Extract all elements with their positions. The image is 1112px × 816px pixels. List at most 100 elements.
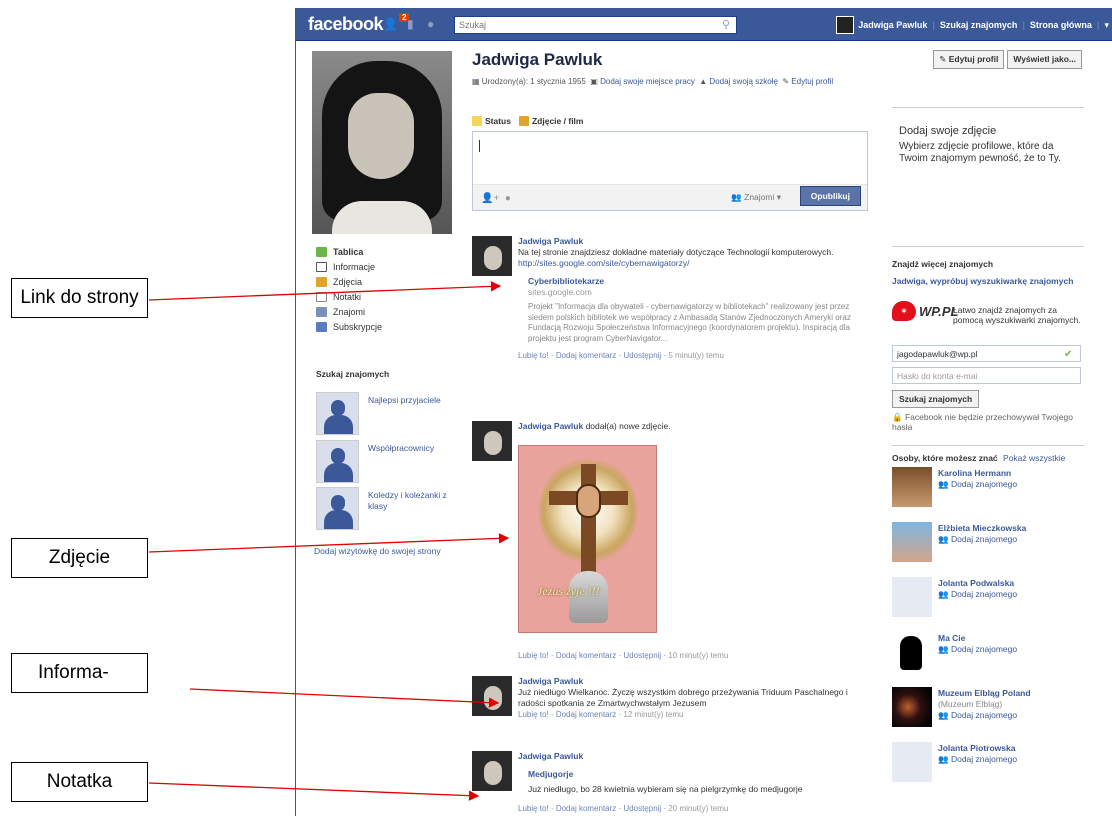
- post-time[interactable]: 5 minut(y) temu: [668, 351, 724, 360]
- friend-list-coworkers[interactable]: Współpracownicy: [316, 440, 456, 486]
- tag-people-icon[interactable]: 👤+ ●: [481, 193, 511, 204]
- search-icon[interactable]: ⚲: [722, 18, 730, 31]
- comment-link[interactable]: Dodaj komentarz: [556, 710, 616, 719]
- wall-icon: [316, 246, 327, 257]
- person-suggestion: Jolanta Piotrowska 👥 Dodaj znajomego: [892, 742, 1104, 786]
- messages-icon[interactable]: ▮: [407, 17, 423, 31]
- person-name[interactable]: Karolina Hermann: [938, 468, 1011, 478]
- like-link[interactable]: Lubię to!: [518, 651, 549, 660]
- post-url[interactable]: http://sites.google.com/site/cybernawiga…: [518, 258, 858, 269]
- photos-icon: [316, 276, 327, 287]
- add-friend-link[interactable]: 👥 Dodaj znajomego: [938, 754, 1017, 765]
- post-avatar[interactable]: [472, 236, 512, 276]
- post-author[interactable]: Jadwiga Pawluk: [518, 421, 583, 431]
- post-link: Jadwiga Pawluk Na tej stronie znajdziesz…: [472, 236, 868, 406]
- add-friend-link[interactable]: 👥 Dodaj znajomego: [938, 710, 1017, 721]
- nav-notes[interactable]: Notatki: [316, 289, 456, 304]
- status-composer[interactable]: 👤+ ● 👥 Znajomi ▾ Opublikuj: [472, 131, 868, 211]
- friend-list-best[interactable]: Najlepsi przyjaciele: [316, 392, 456, 438]
- tab-photo-video[interactable]: Zdjęcie / film: [518, 116, 583, 126]
- person-name[interactable]: Ma Cie: [938, 633, 965, 643]
- post-time[interactable]: 10 minut(y) temu: [668, 651, 728, 660]
- add-friend-icon: 👥: [938, 644, 951, 654]
- nav-subscriptions[interactable]: Subskrypcje: [316, 319, 456, 334]
- share-link[interactable]: Udostępnij: [623, 351, 661, 360]
- pencil-icon: ✎: [782, 77, 790, 86]
- person-name[interactable]: Jolanta Piotrowska: [938, 743, 1015, 753]
- friend-list-classmates[interactable]: Koledzy i koleżanki z klasy: [316, 487, 456, 533]
- person-name[interactable]: Muzeum Elbląg Poland: [938, 688, 1031, 698]
- nav-photos[interactable]: Zdjęcia: [316, 274, 456, 289]
- person-name[interactable]: Elżbieta Mieczkowska: [938, 523, 1026, 533]
- note-title[interactable]: Medjugorje: [528, 769, 858, 780]
- add-friend-link[interactable]: 👥 Dodaj znajomego: [938, 589, 1017, 600]
- profile-link[interactable]: Jadwiga Pawluk: [858, 20, 927, 30]
- tab-status[interactable]: Status: [472, 116, 511, 126]
- search-input[interactable]: Szukaj: [454, 16, 737, 34]
- post-avatar[interactable]: [472, 421, 512, 461]
- lock-icon: 🔒: [892, 412, 905, 422]
- post-author[interactable]: Jadwiga Pawluk: [518, 236, 858, 247]
- post-text: dodał(a) nowe zdjęcie.: [585, 421, 671, 431]
- top-bar: facebook 👤 2 ▮ ● Szukaj ⚲ Jadwiga Pawluk…: [296, 8, 1112, 41]
- audience-selector[interactable]: 👥 Znajomi ▾: [731, 192, 781, 203]
- publish-button[interactable]: Opublikuj: [799, 186, 861, 206]
- add-school-link[interactable]: Dodaj swoją szkołę: [709, 77, 777, 86]
- add-work-link[interactable]: Dodaj swoje miejsce pracy: [600, 77, 695, 86]
- person-avatar[interactable]: [892, 742, 932, 782]
- nav-info[interactable]: Informacje: [316, 259, 456, 274]
- post-note: Jadwiga Pawluk Medjugorje Już niedługo, …: [472, 751, 868, 816]
- profile-picture[interactable]: [312, 51, 452, 234]
- share-link[interactable]: Udostępnij: [623, 651, 661, 660]
- home-link[interactable]: Strona główna: [1030, 20, 1092, 30]
- post-photo-image[interactable]: Jezus żyje !!!: [518, 445, 657, 633]
- comment-link[interactable]: Dodaj komentarz: [556, 804, 616, 813]
- post-avatar[interactable]: [472, 751, 512, 791]
- person-avatar[interactable]: [892, 687, 932, 727]
- view-as-button[interactable]: Wyświetl jako...: [1007, 50, 1082, 69]
- add-friend-link[interactable]: 👥 Dodaj znajomego: [938, 644, 1017, 655]
- post-time[interactable]: 12 minut(y) temu: [623, 710, 683, 719]
- post-author[interactable]: Jadwiga Pawluk: [518, 676, 858, 687]
- attachment-title[interactable]: Cyberbibliotekarze: [528, 276, 858, 287]
- person-avatar[interactable]: [892, 522, 932, 562]
- edit-profile-button[interactable]: ✎ Edytuj profil: [933, 50, 1005, 69]
- add-badge-link[interactable]: Dodaj wizytówkę do swojej strony: [314, 546, 454, 557]
- add-friend-link[interactable]: 👥 Dodaj znajomego: [938, 534, 1017, 545]
- nav-wall[interactable]: Tablica: [316, 244, 456, 259]
- account-menu-chevron-icon[interactable]: ▾: [1104, 20, 1109, 31]
- person-avatar[interactable]: [892, 577, 932, 617]
- text-cursor: [479, 140, 480, 152]
- add-friend-icon: 👥: [938, 710, 951, 720]
- person-avatar[interactable]: [892, 467, 932, 507]
- post-time[interactable]: 20 minut(y) temu: [668, 804, 728, 813]
- like-link[interactable]: Lubię to!: [518, 710, 549, 719]
- password-field[interactable]: Hasło do konta e-mai: [892, 367, 1081, 384]
- show-all-link[interactable]: Pokaż wszystkie: [1003, 453, 1065, 463]
- email-field[interactable]: jagodapawluk@wp.pl: [892, 345, 1081, 362]
- post-avatar[interactable]: [472, 676, 512, 716]
- link-attachment[interactable]: Cyberbibliotekarze sites.google.com Proj…: [528, 276, 858, 344]
- friend-requests-icon[interactable]: 👤: [383, 17, 399, 31]
- person-name[interactable]: Jolanta Podwalska: [938, 578, 1014, 588]
- avatar[interactable]: [836, 16, 855, 34]
- share-link[interactable]: Udostępnij: [623, 804, 661, 813]
- friend-finder-link[interactable]: Jadwiga, wypróbuj wyszukiwarkę znajomych: [892, 276, 1082, 286]
- person-avatar[interactable]: [892, 632, 932, 672]
- edit-profile-link[interactable]: Edytuj profil: [791, 77, 833, 86]
- like-link[interactable]: Lubię to!: [518, 351, 549, 360]
- post-author[interactable]: Jadwiga Pawluk: [518, 751, 858, 762]
- nav-friends[interactable]: Znajomi: [316, 304, 456, 319]
- comment-link[interactable]: Dodaj komentarz: [556, 651, 616, 660]
- find-friends-link[interactable]: Szukaj znajomych: [940, 20, 1018, 30]
- facebook-logo[interactable]: facebook: [308, 14, 384, 35]
- like-link[interactable]: Lubię to!: [518, 804, 549, 813]
- people-you-may-know-title: Osoby, które możesz znać Pokaż wszystkie: [892, 453, 1066, 463]
- callout-photo: Zdjęcie: [11, 538, 148, 578]
- comment-link[interactable]: Dodaj komentarz: [556, 351, 616, 360]
- add-friend-link[interactable]: 👥 Dodaj znajomego: [938, 479, 1017, 490]
- add-friend-icon: 👥: [938, 479, 951, 489]
- subscriptions-icon: [316, 321, 327, 332]
- notifications-globe-icon[interactable]: ●: [427, 17, 443, 31]
- find-friends-button[interactable]: Szukaj znajomych: [892, 390, 980, 408]
